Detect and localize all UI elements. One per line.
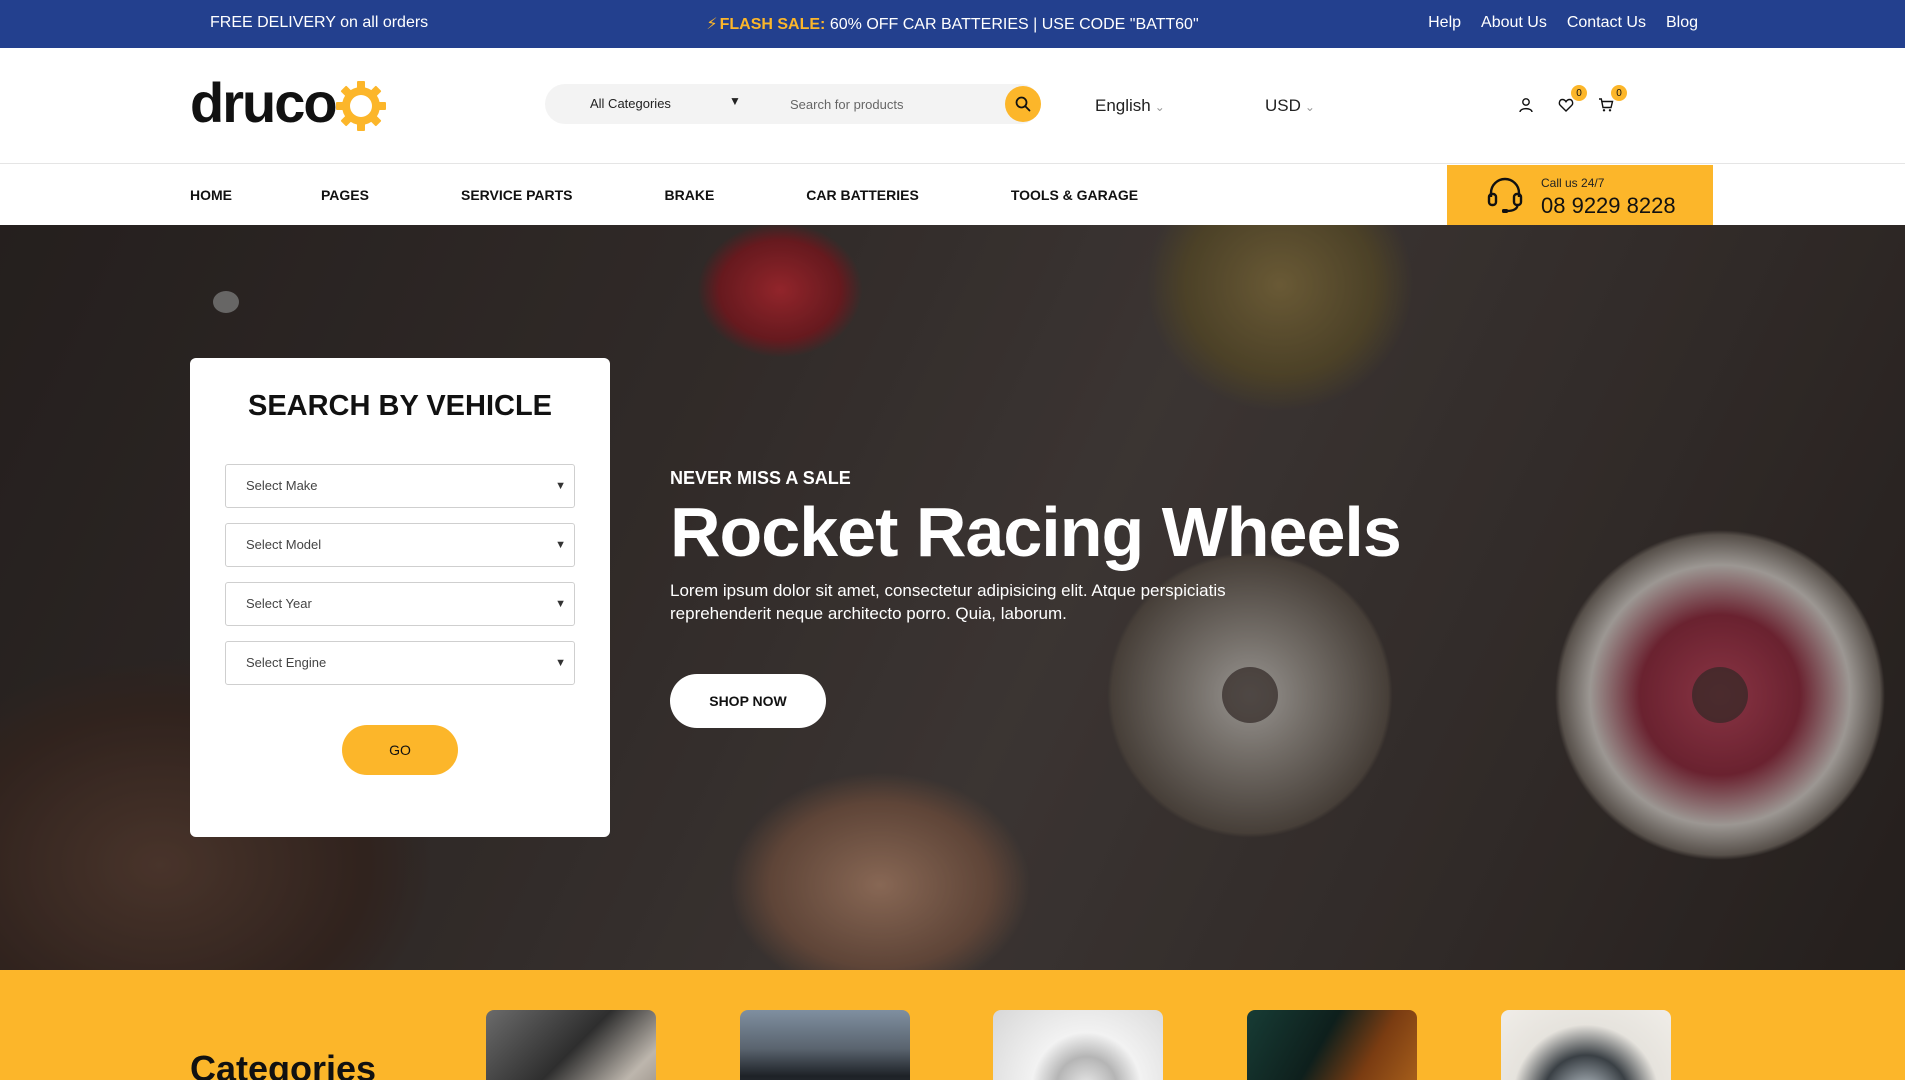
wishlist-count-badge: 0 xyxy=(1571,85,1587,101)
cart-count-badge: 0 xyxy=(1611,85,1627,101)
search-button[interactable] xyxy=(1005,86,1041,122)
user-icon xyxy=(1519,98,1533,113)
select-make-label: Select Make xyxy=(246,478,318,493)
category-thumbnail[interactable] xyxy=(1501,1010,1671,1080)
category-thumbnail[interactable] xyxy=(740,1010,910,1080)
main-nav: HOME PAGES SERVICE PARTS BRAKE CAR BATTE… xyxy=(0,165,1905,225)
chevron-down-icon: ▼ xyxy=(555,539,566,551)
blog-link[interactable]: Blog xyxy=(1666,14,1698,32)
search-by-vehicle-card: SEARCH BY VEHICLE Select Make ▼ Select M… xyxy=(190,358,610,837)
call-label: Call us 24/7 xyxy=(1541,176,1605,190)
search-input[interactable] xyxy=(790,92,990,116)
select-engine[interactable]: Select Engine ▼ xyxy=(225,641,575,685)
category-thumbnail[interactable] xyxy=(993,1010,1163,1080)
shop-now-button[interactable]: SHOP NOW xyxy=(670,674,826,728)
hero-title: Rocket Racing Wheels xyxy=(670,493,1402,571)
top-announcement-bar: FREE DELIVERY on all orders ⚡︎ FLASH SALE… xyxy=(0,0,1905,48)
nav-item-brake[interactable]: BRAKE xyxy=(665,187,715,203)
gear-icon xyxy=(335,81,386,131)
cart-icon xyxy=(1599,98,1614,112)
hero-description: Lorem ipsum dolor sit amet, consectetur … xyxy=(670,581,1226,623)
cart-button[interactable]: 0 xyxy=(1595,85,1627,116)
currency-selector[interactable]: USD ⌄ xyxy=(1265,96,1315,116)
logo-text: druco xyxy=(190,71,338,134)
language-selector[interactable]: English ⌄ xyxy=(1095,96,1165,116)
search-bar: All Categories ▼ xyxy=(545,84,1041,124)
categories-title: Categories xyxy=(190,1048,377,1080)
about-us-link[interactable]: About Us xyxy=(1481,14,1547,32)
chevron-down-icon: ▼ xyxy=(555,657,566,669)
chevron-down-icon: ▼ xyxy=(555,480,566,492)
hero-eyebrow: NEVER MISS A SALE xyxy=(670,468,851,488)
wishlist-button[interactable]: 0 xyxy=(1555,85,1587,116)
select-year-label: Select Year xyxy=(246,596,312,611)
nav-item-car-batteries[interactable]: CAR BATTERIES xyxy=(806,187,919,203)
nav-item-pages[interactable]: PAGES xyxy=(321,187,369,203)
select-engine-label: Select Engine xyxy=(246,655,327,670)
flash-sale-text: 60% OFF CAR BATTERIES | USE CODE "BATT60… xyxy=(829,16,1199,33)
select-make[interactable]: Select Make ▼ xyxy=(225,464,575,508)
heart-icon xyxy=(1558,98,1574,112)
search-icon xyxy=(1015,96,1031,112)
select-model[interactable]: Select Model ▼ xyxy=(225,523,575,567)
vehicle-search-title: SEARCH BY VEHICLE xyxy=(247,390,553,422)
call-number: 08 9229 8228 xyxy=(1541,193,1676,218)
currency-label: USD xyxy=(1265,96,1301,115)
call-us-box[interactable]: Call us 24/7 08 9229 8228 xyxy=(1447,165,1713,225)
chevron-down-icon: ▼ xyxy=(729,94,741,108)
flash-sale-label: FLASH SALE: xyxy=(719,16,826,33)
category-thumbnail[interactable] xyxy=(1247,1010,1417,1080)
chevron-down-icon: ▼ xyxy=(555,598,566,610)
help-link[interactable]: Help xyxy=(1428,14,1461,32)
hero-decor-dot xyxy=(213,291,239,313)
hero-banner: SEARCH BY VEHICLE Select Make ▼ Select M… xyxy=(0,225,1905,970)
headset-icon xyxy=(1487,177,1523,213)
top-links: Help About Us Contact Us Blog xyxy=(1428,14,1698,32)
category-select[interactable]: All Categories xyxy=(590,96,671,111)
chevron-down-icon: ⌄ xyxy=(1154,100,1165,114)
select-model-label: Select Model xyxy=(246,537,322,552)
chevron-down-icon: ⌄ xyxy=(1304,100,1315,114)
go-button[interactable]: GO xyxy=(342,725,458,775)
lightning-icon: ⚡︎ xyxy=(706,16,718,33)
logo[interactable]: druco xyxy=(190,74,388,132)
nav-item-tools-garage[interactable]: TOOLS & GARAGE xyxy=(1011,187,1138,203)
nav-item-home[interactable]: HOME xyxy=(190,187,232,203)
language-label: English xyxy=(1095,96,1151,115)
account-button[interactable] xyxy=(1515,94,1537,116)
categories-section: Categories xyxy=(0,970,1905,1080)
nav-item-service-parts[interactable]: SERVICE PARTS xyxy=(461,187,573,203)
select-year[interactable]: Select Year ▼ xyxy=(225,582,575,626)
header-icons: 0 0 xyxy=(1515,85,1627,116)
contact-us-link[interactable]: Contact Us xyxy=(1567,14,1646,32)
category-thumbnail[interactable] xyxy=(486,1010,656,1080)
site-header: druco All Categories ▼ Search for produc… xyxy=(0,48,1905,164)
hero-content: NEVER MISS A SALE Rocket Racing Wheels L… xyxy=(670,468,1402,625)
